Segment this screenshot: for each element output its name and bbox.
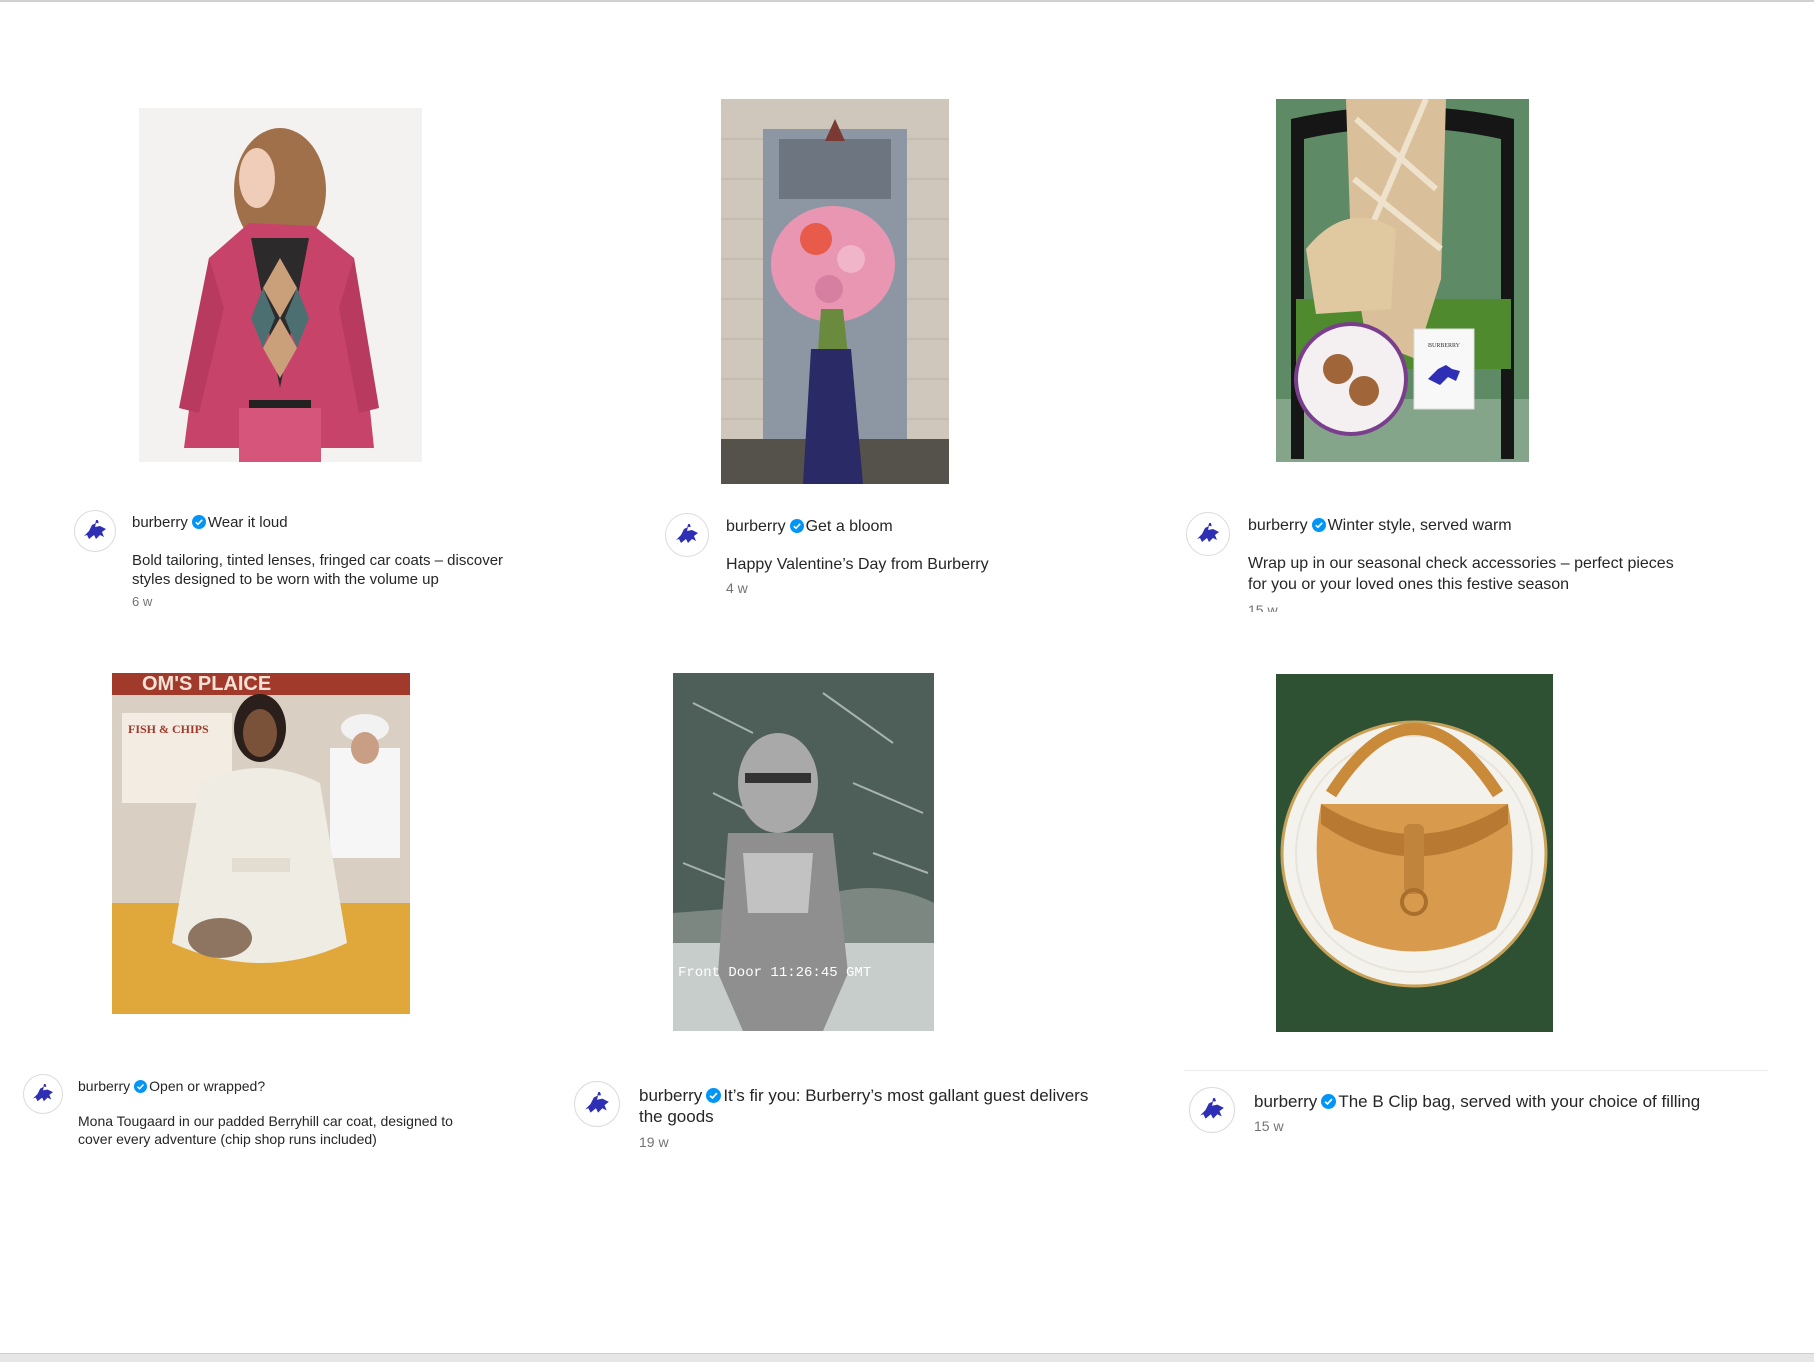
verified-badge-icon (1321, 1094, 1337, 1109)
username-link[interactable]: burberry (78, 1078, 130, 1094)
post-title-continued: the goods (639, 1107, 714, 1127)
post-image-get-a-bloom[interactable] (721, 99, 949, 484)
post-timestamp[interactable]: 4 w (726, 580, 1105, 596)
post-timestamp[interactable]: 6 w (132, 594, 544, 609)
verified-badge-icon (1311, 518, 1326, 532)
post-divider (1184, 1070, 1768, 1071)
burberry-knight-logo-icon (1200, 1098, 1224, 1119)
username-link[interactable]: burberry (1254, 1092, 1317, 1111)
verified-badge-icon (191, 515, 206, 529)
avatar[interactable] (23, 1074, 63, 1114)
avatar[interactable] (665, 513, 709, 557)
post-title: Open or wrapped? (149, 1078, 266, 1094)
verified-badge-icon (789, 519, 804, 533)
post-caption: Wrap up in our seasonal check accessorie… (1248, 555, 1674, 572)
username-link[interactable]: burberry (1248, 517, 1308, 534)
post-meta-4: burberry Open or wrapped? Mona Tougaard i… (23, 1074, 503, 1154)
avatar[interactable] (74, 510, 116, 552)
post-meta-2: burberry Get a bloom Happy Valentine’s Da… (665, 513, 1105, 603)
post-image-its-fir-you[interactable]: Front Door 11:26:45 GMT (673, 673, 934, 1031)
post-timestamp[interactable]: 19 w (639, 1134, 1134, 1150)
post-headline: burberry Wear it loud (132, 514, 544, 533)
post-caption: Mona Tougaard in our padded Berryhill ca… (78, 1112, 453, 1129)
post-caption: cover every adventure (chip shop runs in… (78, 1130, 377, 1147)
burberry-knight-logo-icon (1197, 523, 1219, 542)
post-headline: burberry It’s fir you: Burberry’s most ga… (639, 1085, 1134, 1106)
post-title: Winter style, served warm (1327, 517, 1512, 534)
post-image-wear-it-loud[interactable] (139, 108, 422, 462)
avatar[interactable] (574, 1081, 620, 1127)
post-headline: burberry Open or wrapped? (78, 1078, 503, 1096)
post-timestamp[interactable]: 15 w (1254, 1118, 1769, 1134)
post-timestamp[interactable]: 15 w (1248, 602, 1706, 612)
shop-board-text: FISH & CHIPS (128, 722, 209, 736)
post-image-winter-style[interactable]: BURBERRY (1276, 99, 1529, 462)
post-meta-1: burberry Wear it loud Bold tailoring, tin… (74, 510, 544, 615)
avatar[interactable] (1186, 512, 1230, 556)
burberry-knight-logo-icon (585, 1092, 609, 1113)
username-link[interactable]: burberry (726, 518, 786, 535)
shop-sign-text: OM'S PLAICE (142, 673, 271, 695)
post-image-open-or-wrapped[interactable]: OM'S PLAICE FISH & CHIPS (112, 673, 410, 1014)
verified-badge-icon (706, 1088, 722, 1103)
username-link[interactable]: burberry (132, 514, 188, 531)
post-caption: styles designed to be worn with the volu… (132, 571, 439, 589)
post-headline: burberry The B Clip bag, served with your… (1254, 1091, 1769, 1112)
post-meta-5: burberry It’s fir you: Burberry’s most ga… (574, 1081, 1134, 1181)
post-image-b-clip-bag[interactable] (1276, 674, 1553, 1032)
post-caption: Bold tailoring, tinted lenses, fringed c… (132, 551, 504, 569)
burberry-knight-logo-icon (84, 520, 106, 539)
card-label: BURBERRY (1428, 343, 1461, 349)
image-overlay-text: Front Door 11:26:45 GMT (678, 965, 871, 981)
post-title: Wear it loud (207, 514, 288, 531)
post-caption: Happy Valentine’s Day from Burberry (726, 556, 989, 573)
avatar[interactable] (1189, 1087, 1235, 1133)
post-caption: for you or your loved ones this festive … (1248, 575, 1570, 593)
username-link[interactable]: burberry (639, 1086, 702, 1105)
post-headline: burberry Winter style, served warm (1248, 516, 1706, 536)
post-title: It’s fir you: Burberry’s most gallant gu… (723, 1086, 1089, 1105)
window-top-border (0, 0, 1814, 2)
post-meta-3: burberry Winter style, served warm Wrap u… (1186, 512, 1706, 612)
burberry-knight-logo-icon (33, 1084, 53, 1102)
post-title: Get a bloom (805, 518, 893, 535)
post-meta-6: burberry The B Clip bag, served with your… (1189, 1087, 1769, 1157)
post-title: The B Clip bag, served with your choice … (1338, 1092, 1701, 1111)
post-headline: burberry Get a bloom (726, 517, 1105, 537)
burberry-knight-logo-icon (676, 524, 698, 543)
verified-badge-icon (134, 1080, 148, 1093)
